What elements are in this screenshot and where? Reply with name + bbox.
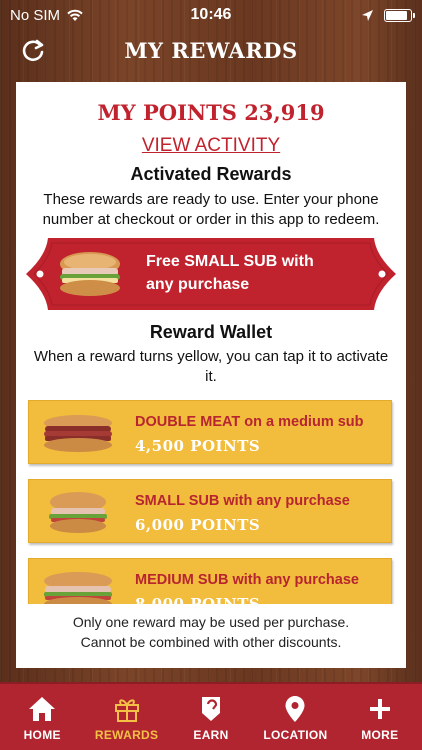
wifi-icon <box>67 9 83 21</box>
battery-icon <box>384 8 415 22</box>
plus-icon <box>369 699 390 719</box>
wallet-item-name: DOUBLE MEAT on a medium sub <box>135 414 364 430</box>
home-icon <box>29 697 56 721</box>
medium-sub-icon <box>44 572 112 604</box>
wallet-item-points: 8,000 POINTS <box>135 595 261 604</box>
double-meat-sub-icon <box>44 415 112 452</box>
tab-label: MORE <box>361 728 399 742</box>
activated-rewards-description: These rewards are ready to use. Enter yo… <box>42 191 380 228</box>
wallet-item[interactable]: SMALL SUB with any purchase 6,000 POINTS <box>28 479 392 543</box>
tab-label: HOME <box>23 728 61 742</box>
small-sub-icon <box>49 492 107 533</box>
activated-reward-banner[interactable]: Free SMALL SUB with any purchase <box>26 238 396 310</box>
app-header: MY REWARDS <box>0 30 422 70</box>
wallet-item-points: 6,000 POINTS <box>135 516 261 534</box>
reward-wallet-list[interactable]: DOUBLE MEAT on a medium sub 4,500 POINTS… <box>16 394 406 604</box>
clock: 10:46 <box>190 6 232 23</box>
gift-icon <box>114 699 139 722</box>
wallet-item-points: 4,500 POINTS <box>135 437 261 455</box>
ribbon-dot-left <box>36 270 44 278</box>
disclaimer-line2: Cannot be combined with other discounts. <box>80 634 342 650</box>
tab-home[interactable]: HOME <box>0 684 84 750</box>
carrier-label: No SIM <box>10 6 61 24</box>
disclaimer: Only one reward may be used per purchase… <box>16 612 406 652</box>
refresh-icon[interactable] <box>18 36 48 66</box>
tab-rewards[interactable]: REWARDS <box>84 684 168 750</box>
location-arrow-icon <box>362 9 373 21</box>
tab-bar: HOME REWARDS EARN LOCATION MORE <box>0 682 422 750</box>
tab-label: REWARDS <box>94 728 159 742</box>
sub-sandwich-icon <box>60 252 120 296</box>
location-pin-icon <box>285 696 305 722</box>
disclaimer-line1: Only one reward may be used per purchase… <box>72 614 350 630</box>
status-bar: No SIM 10:46 <box>0 0 422 30</box>
activated-rewards-heading: Activated Rewards <box>130 164 292 184</box>
tab-location[interactable]: LOCATION <box>253 684 337 750</box>
earn-icon <box>202 697 221 721</box>
wallet-item[interactable]: DOUBLE MEAT on a medium sub 4,500 POINTS <box>28 400 392 464</box>
reward-wallet-description: When a reward turns yellow, you can tap … <box>33 348 389 385</box>
page-title: MY REWARDS <box>124 37 298 63</box>
wallet-item-name: MEDIUM SUB with any purchase <box>135 572 359 588</box>
tab-label: EARN <box>193 728 229 742</box>
tab-earn[interactable]: EARN <box>169 684 253 750</box>
activated-reward-text: Free SMALL SUB with any purchase <box>146 250 346 296</box>
activated-reward-line2: any purchase <box>146 276 250 293</box>
view-activity-link[interactable]: VIEW ACTIVITY <box>16 135 406 157</box>
wallet-item[interactable]: MEDIUM SUB with any purchase 8,000 POINT… <box>28 558 392 604</box>
activated-reward-line1: Free SMALL SUB with <box>146 253 314 270</box>
tab-more[interactable]: MORE <box>338 684 422 750</box>
ribbon-dot-right <box>378 270 386 278</box>
rewards-card: MY POINTS 23,919 VIEW ACTIVITY Activated… <box>16 82 406 668</box>
wallet-item-name: SMALL SUB with any purchase <box>135 493 350 509</box>
tab-label: LOCATION <box>263 728 328 742</box>
reward-wallet-heading: Reward Wallet <box>149 322 273 342</box>
points-balance: MY POINTS 23,919 <box>97 100 325 125</box>
